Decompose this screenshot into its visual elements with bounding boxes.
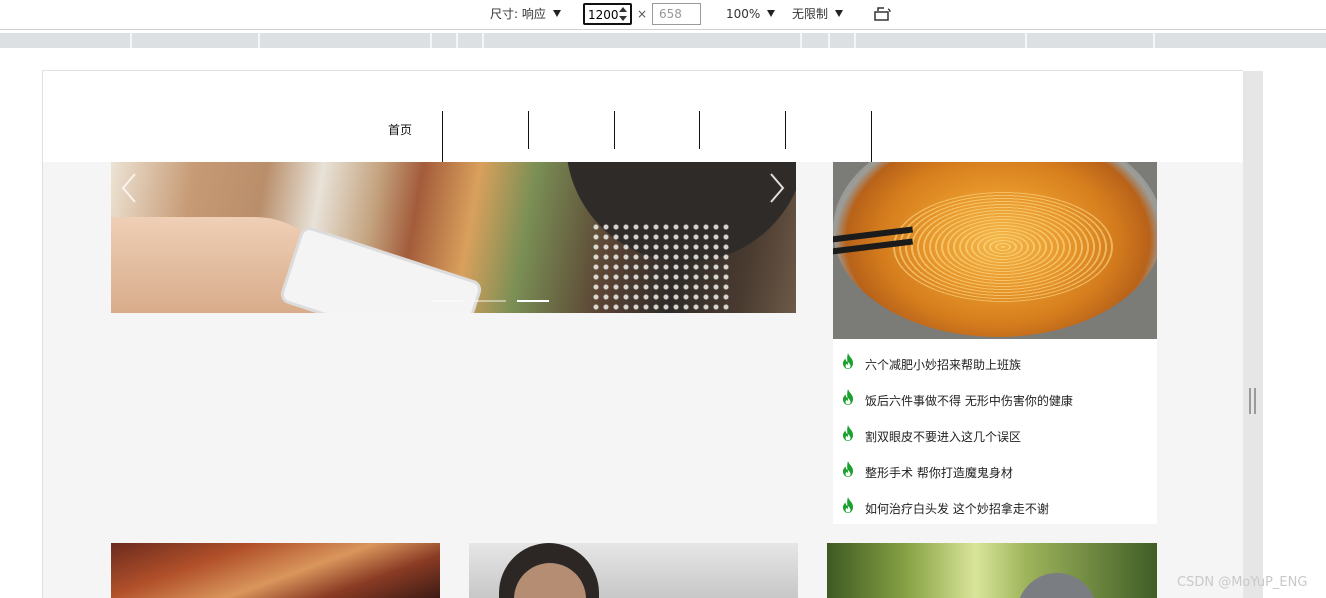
fire-icon [843,425,853,441]
rotate-icon[interactable] [873,0,893,30]
nav-divider [871,111,872,162]
width-input[interactable]: 1200 [583,3,632,25]
carousel-dot[interactable] [431,300,463,302]
emulated-page: 首页 六个减肥小妙招来帮助上班族饭后六件事做不得 无形中伤害你的健康 割双眼皮不要… [42,70,1243,598]
ruler-tick [456,33,458,48]
hot-news-panel: 六个减肥小妙招来帮助上班族饭后六件事做不得 无形中伤害你的健康 割双眼皮不要进入这… [833,162,1157,524]
hot-news-title: 割双眼皮不要进入这几个误区 [865,430,1022,444]
hot-news-list: 六个减肥小妙招来帮助上班族饭后六件事做不得 无形中伤害你的健康 割双眼皮不要进入这… [833,339,1157,519]
ruler-tick [482,33,484,48]
carousel-prev-icon[interactable] [119,172,141,204]
hot-news-title: 整形手术 帮你打造魔鬼身材 [865,466,1013,480]
ruler-tick [430,33,432,48]
hot-news-item[interactable]: 如何治疗白头发 这个妙招拿走不谢 [833,483,1157,519]
chevron-down-icon [552,10,561,17]
hot-news-item[interactable]: 割双眼皮不要进入这几个误区 [833,411,1157,447]
site-nav: 首页 [43,71,1243,162]
width-value: 1200 [588,8,619,22]
article-card-image[interactable] [827,543,1157,598]
dimensions-dropdown[interactable]: 尺寸: 响应 [490,0,561,30]
watermark: CSDN @MoYuP_ENG [1177,575,1308,590]
hot-news-title: 饭后六件事做不得 无形中伤害你的健康 [865,394,1073,408]
media-query-ruler[interactable] [0,33,1326,48]
ramen-image[interactable] [833,162,1157,339]
zoom-label: 100% [726,7,761,21]
hot-news-title: 如何治疗白头发 这个妙招拿走不谢 [865,502,1049,516]
spinner-icon[interactable] [619,7,627,21]
nav-divider [442,111,443,162]
carousel-next-icon[interactable] [765,172,787,204]
resize-handle-icon[interactable] [1249,388,1257,414]
article-card-image[interactable] [111,543,440,598]
ruler-tick [800,33,802,48]
carousel-banner[interactable] [111,162,796,313]
nav-divider [785,111,786,149]
zoom-dropdown[interactable]: 100% [726,0,776,30]
height-input[interactable]: 658 [652,3,701,25]
hot-news-item[interactable]: 整形手术 帮你打造魔鬼身材 [833,447,1157,483]
fire-icon [843,461,853,477]
hot-news-item[interactable]: 六个减肥小妙招来帮助上班族 [833,339,1157,375]
nav-divider [614,111,615,149]
carousel-dot-active[interactable] [517,300,549,302]
fire-icon [843,497,853,513]
article-card-image[interactable] [469,543,798,598]
ruler-tick [258,33,260,48]
device-toolbar: 尺寸: 响应 1200 × 658 100% 无限制 [0,0,1326,30]
chevron-down-icon [835,10,844,17]
fire-icon [843,389,853,405]
throttle-label: 无限制 [792,7,829,21]
throttle-dropdown[interactable]: 无限制 [792,0,844,30]
fire-icon [843,353,853,369]
ruler-tick [854,33,856,48]
ruler-tick [1025,33,1027,48]
nav-divider [528,111,529,149]
hot-news-item[interactable]: 饭后六件事做不得 无形中伤害你的健康 [833,375,1157,411]
ruler-tick [828,33,830,48]
chevron-down-icon [767,10,776,17]
nav-home-link[interactable]: 首页 [388,121,412,138]
hot-news-title: 六个减肥小妙招来帮助上班族 [865,358,1022,372]
ruler-tick [130,33,132,48]
page-scrollbar[interactable] [1243,71,1263,598]
carousel-dot[interactable] [474,300,506,302]
banner-flowers-image [591,222,731,313]
ruler-tick [1153,33,1155,48]
dimensions-label: 尺寸: 响应 [490,7,546,21]
times-sign: × [637,7,648,21]
nav-divider [699,111,700,149]
